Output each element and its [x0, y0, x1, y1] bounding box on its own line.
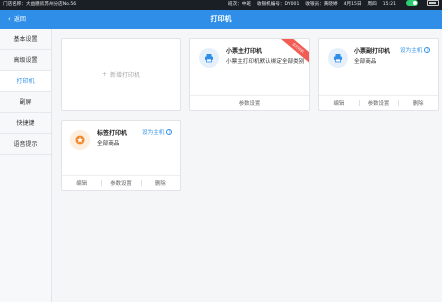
battery-icon — [427, 0, 439, 6]
set-as-main-label: 设为主机 — [400, 48, 423, 54]
weekday-label: 周四 — [367, 2, 377, 7]
system-status-bar: 门店名称：大益膳房苏州分店No.56 班次：中班 收银机编号：DY001 收银员… — [0, 0, 442, 10]
question-circle-icon[interactable]: ? — [166, 129, 173, 135]
shift-label: 班次：中班 — [227, 2, 251, 7]
params-settings-button[interactable]: 参数设置 — [101, 179, 140, 187]
set-as-main-button[interactable]: 设为主机 ? — [400, 46, 431, 54]
edit-button[interactable]: 编辑 — [319, 99, 359, 107]
delete-button[interactable]: 删除 — [140, 179, 180, 187]
settings-sidebar: 基本设置 高级设置 打印机 副屏 快捷键 语音提示 — [0, 29, 52, 302]
sidebar-item-voice-prompt[interactable]: 语音提示 — [0, 134, 51, 155]
printer-icon — [199, 48, 219, 68]
star-badge-icon — [70, 130, 90, 150]
wifi-toggle-icon — [406, 0, 418, 6]
time-label: 15:21 — [382, 2, 396, 7]
printer-icon — [328, 48, 348, 68]
cashier-number: 收银机编号：DY001 — [256, 2, 300, 7]
sidebar-item-advanced-settings[interactable]: 高级设置 — [0, 50, 51, 71]
add-printer-button[interactable]: + 新增打印机 — [61, 38, 181, 111]
printer-list: + 新增打印机 主打印机 小票主打印机 小票主打印机默认绑定全部类别 参数设置 … — [52, 29, 442, 302]
printer-card-main-receipt: 主打印机 小票主打印机 小票主打印机默认绑定全部类别 参数设置 — [189, 38, 310, 111]
params-settings-button[interactable]: 参数设置 — [190, 99, 309, 107]
sidebar-item-basic-settings[interactable]: 基本设置 — [0, 29, 51, 50]
store-name: 门店名称：大益膳房苏州分店No.56 — [3, 2, 77, 7]
delete-button[interactable]: 删除 — [398, 99, 438, 107]
edit-button[interactable]: 编辑 — [62, 179, 101, 187]
sidebar-item-shortcuts[interactable]: 快捷键 — [0, 113, 51, 134]
sidebar-item-printer[interactable]: 打印机 — [0, 71, 51, 92]
printer-card-secondary-receipt: 小票副打印机 设为主机 ? 全部商品 编辑 参数设置 删除 — [318, 38, 439, 111]
printer-description: 小票主打印机默认绑定全部类别 — [226, 59, 305, 65]
printer-description: 全部商品 — [97, 141, 120, 147]
add-printer-label: 新增打印机 — [110, 72, 141, 79]
printer-description: 全部商品 — [354, 59, 377, 65]
app-header: ‹ 返回 打印机 — [0, 10, 442, 29]
printer-name: 小票主打印机 — [226, 48, 263, 55]
sidebar-item-secondary-screen[interactable]: 副屏 — [0, 92, 51, 113]
printer-name: 小票副打印机 — [354, 48, 391, 55]
printer-card-footer: 参数设置 — [190, 95, 309, 110]
printer-card-footer: 编辑 参数设置 删除 — [319, 95, 438, 110]
printer-name: 标签打印机 — [97, 130, 128, 137]
cashier-name: 收银员：黄晓婷 — [305, 2, 338, 7]
printer-card-footer: 编辑 参数设置 删除 — [62, 175, 180, 190]
plus-icon: + — [101, 71, 107, 78]
date-label: 4月15日 — [343, 2, 362, 7]
question-circle-icon[interactable]: ? — [424, 47, 431, 53]
set-as-main-button[interactable]: 设为主机 ? — [142, 128, 173, 136]
params-settings-button[interactable]: 参数设置 — [358, 99, 399, 107]
set-as-main-label: 设为主机 — [142, 130, 165, 136]
page-title: 打印机 — [210, 15, 232, 23]
printer-card-label: 标签打印机 设为主机 ? 全部商品 编辑 参数设置 删除 — [61, 120, 181, 191]
